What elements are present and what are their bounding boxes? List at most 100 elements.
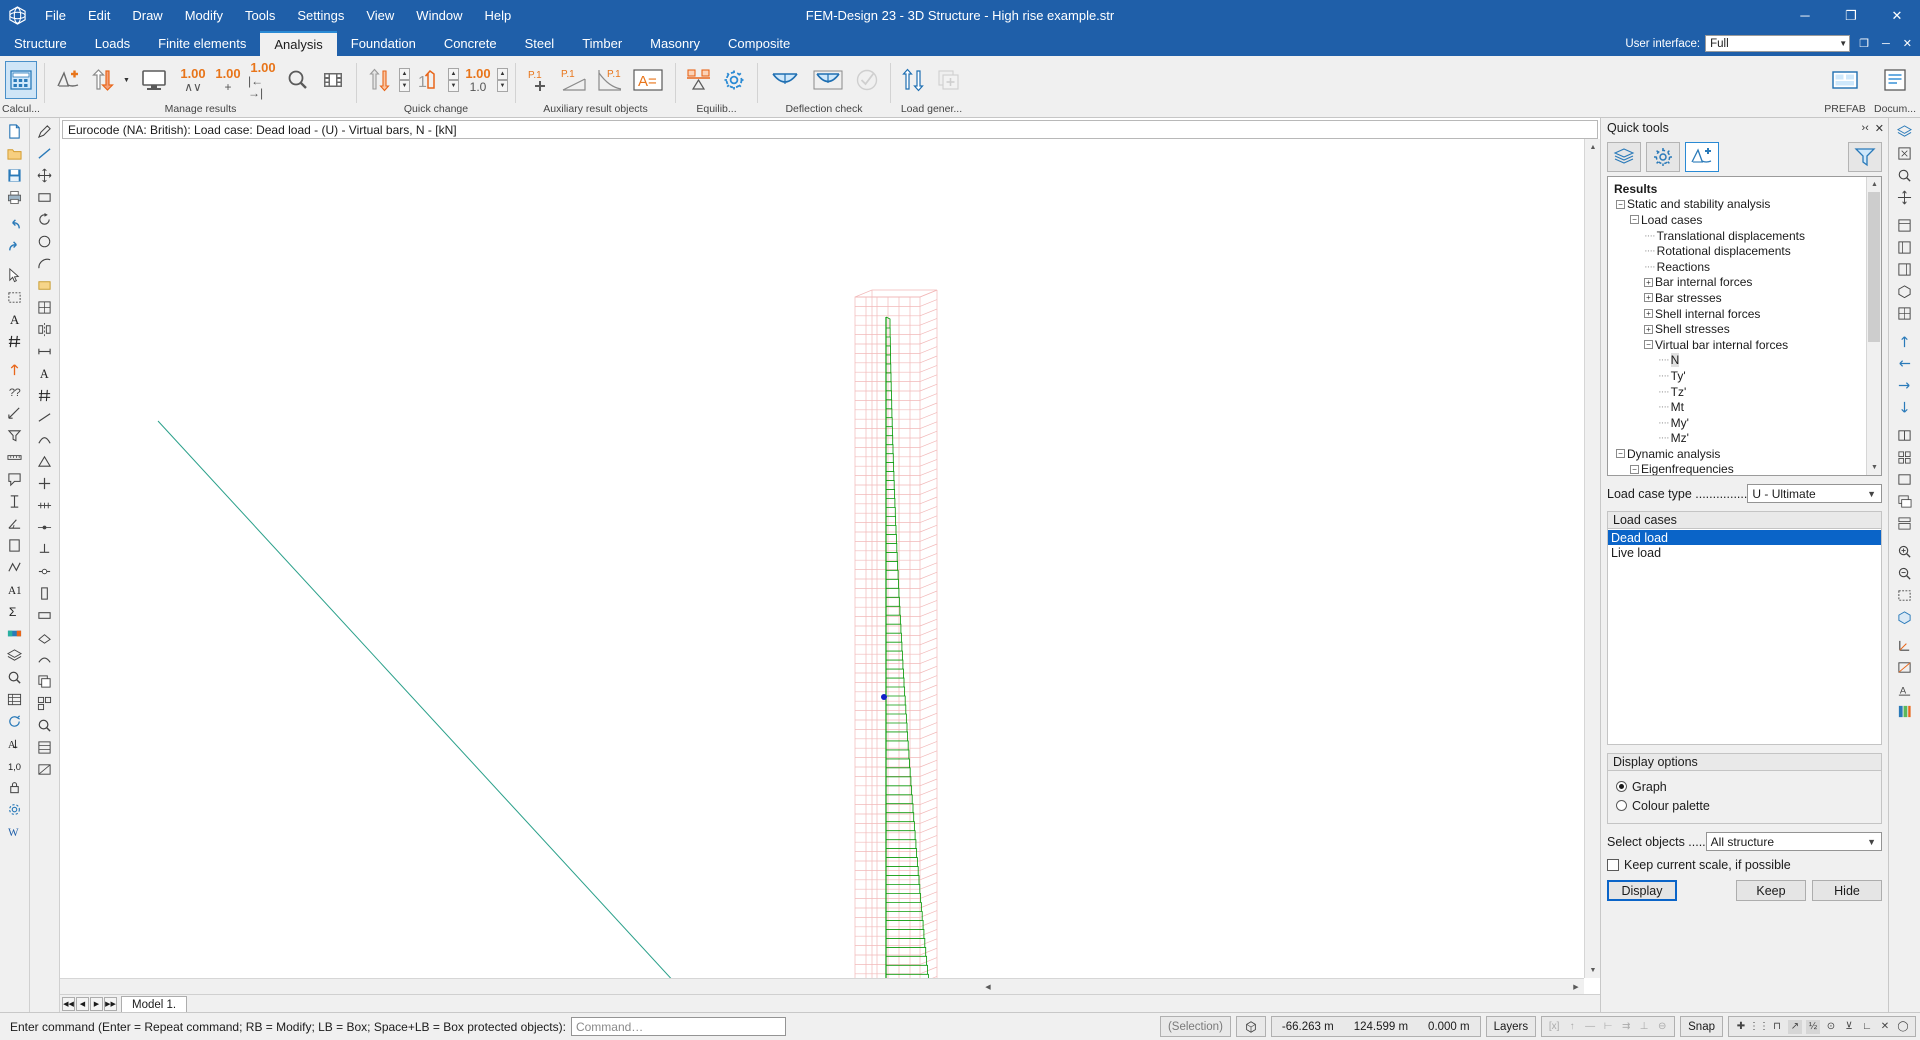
scale-ratio-spinner[interactable]: ▲ ▼ [497, 68, 508, 92]
slant-line-icon[interactable] [32, 406, 58, 428]
display-result-button[interactable] [134, 61, 174, 99]
deflection-beam-button[interactable] [765, 61, 805, 99]
numeric-icon[interactable]: 1,0 [2, 754, 28, 776]
user-interface-select[interactable]: Full ▼ [1705, 35, 1851, 52]
tree-scroll-thumb[interactable] [1868, 192, 1880, 342]
table-icon[interactable] [2, 688, 28, 710]
filter-view-icon[interactable] [2, 424, 28, 446]
ruler-icon[interactable] [2, 446, 28, 468]
lock-icon[interactable] [2, 776, 28, 798]
ortho-vertical-icon[interactable]: ↑ [1565, 1020, 1579, 1034]
view-layers-icon[interactable] [1892, 120, 1918, 142]
comment-icon[interactable] [2, 468, 28, 490]
doc-close-button[interactable]: ✕ [1899, 37, 1916, 50]
maximize-button[interactable]: ❐ [1828, 0, 1874, 31]
lock-x-icon[interactable]: [x] [1547, 1020, 1561, 1034]
spinner-up-icon[interactable]: ▲ [448, 68, 459, 80]
load-case-spinner[interactable]: ▲ ▼ [448, 68, 459, 92]
line-icon[interactable] [32, 142, 58, 164]
canvas-vertical-scrollbar[interactable]: ▲ ▼ [1584, 139, 1600, 978]
radio-graph[interactable]: Graph [1616, 777, 1875, 796]
render-mode-icon[interactable] [1892, 606, 1918, 628]
undo-icon[interactable] [2, 214, 28, 236]
tree-scroll-up-icon[interactable]: ▲ [1867, 177, 1881, 192]
zoom-window-icon[interactable] [1892, 164, 1918, 186]
menu-tools[interactable]: Tools [234, 0, 286, 31]
tab-concrete[interactable]: Concrete [430, 31, 511, 56]
menu-modify[interactable]: Modify [174, 0, 234, 31]
first-model-icon[interactable]: ◀◀ [62, 996, 75, 1011]
tree-toggle-icon[interactable]: + [1644, 277, 1653, 287]
list-view-icon[interactable] [32, 736, 58, 758]
next-model-icon[interactable]: ▶ [90, 996, 103, 1011]
deflection-local-button[interactable] [808, 61, 848, 99]
keep-button[interactable]: Keep [1736, 880, 1806, 901]
import-export-results-button[interactable] [87, 61, 119, 99]
scroll-up-icon[interactable]: ▲ [1585, 139, 1600, 155]
tree-toggle-icon[interactable]: − [1616, 449, 1625, 459]
tree-toggle-icon[interactable]: − [1644, 340, 1653, 350]
release-icon[interactable] [32, 560, 58, 582]
tree-node[interactable]: ···· Translational displacements [1612, 228, 1879, 244]
layers-icon[interactable] [2, 644, 28, 666]
uppercase-a-icon[interactable]: A [32, 362, 58, 384]
perpendicular-icon[interactable]: ⊥ [1637, 1020, 1651, 1034]
scroll-left-icon[interactable]: ◀ [980, 979, 996, 994]
font-size-icon[interactable]: A [2, 732, 28, 754]
midpoint-icon[interactable]: ⊢ [1601, 1020, 1615, 1034]
arc-icon[interactable] [32, 252, 58, 274]
snap-tangent-icon[interactable]: ◯ [1896, 1020, 1910, 1034]
tree-toggle-icon[interactable]: + [1644, 309, 1653, 319]
direction-spinner[interactable]: ▲ ▼ [399, 68, 410, 92]
tree-node[interactable]: − Static and stability analysis [1612, 197, 1879, 213]
tree-scrollbar[interactable]: ▲ ▼ [1866, 177, 1881, 475]
model-viewport[interactable]: ▲ ▼ ◀ ▶ [60, 139, 1600, 994]
radio-colour-palette[interactable]: Colour palette [1616, 796, 1875, 815]
menu-view[interactable]: View [355, 0, 405, 31]
grid-snap-icon[interactable] [32, 296, 58, 318]
snap-intersection-icon[interactable]: ✕ [1878, 1020, 1892, 1034]
equilibrium-settings-button[interactable] [718, 61, 750, 99]
angle-lock-icon[interactable]: ⊖ [1655, 1020, 1669, 1034]
hide-button[interactable]: Hide [1812, 880, 1882, 901]
tree-node[interactable]: − Load cases [1612, 212, 1879, 228]
rotate-view-right-icon[interactable] [1892, 374, 1918, 396]
axis-display-icon[interactable] [1892, 634, 1918, 656]
results-tree[interactable]: Results − Static and stability analysis − Lo… [1607, 176, 1882, 476]
close-panel-icon[interactable]: ✕ [1875, 122, 1884, 135]
spinner-up-icon[interactable]: ▲ [399, 68, 410, 80]
tree-node[interactable]: − Eigenfrequencies [1612, 462, 1879, 475]
spinner-up-icon[interactable]: ▲ [497, 68, 508, 80]
rect-region-icon[interactable] [2, 534, 28, 556]
view-cube-button[interactable] [1235, 1016, 1266, 1037]
snap-center-icon[interactable]: ⊙ [1824, 1020, 1838, 1034]
print-icon[interactable] [2, 186, 28, 208]
doc-minimize-button[interactable]: ─ [1878, 38, 1894, 50]
add-scale-button[interactable]: 1.00 + [212, 61, 244, 99]
view-grid-icon[interactable] [1892, 302, 1918, 324]
spinner-down-icon[interactable]: ▼ [399, 80, 410, 92]
rectangle-icon[interactable] [32, 186, 58, 208]
tab-foundation[interactable]: Foundation [337, 31, 430, 56]
colour-palette-icon[interactable] [2, 622, 28, 644]
tree-node[interactable]: + Bar stresses [1612, 290, 1879, 306]
calculate-button[interactable] [5, 61, 37, 99]
new-result-button[interactable] [52, 61, 84, 99]
circle-icon[interactable] [32, 230, 58, 252]
diagonal-hatch-icon[interactable] [32, 758, 58, 780]
refresh-icon[interactable] [2, 710, 28, 732]
text-tool-icon[interactable]: A [2, 308, 28, 330]
move-icon[interactable] [32, 164, 58, 186]
open-file-icon[interactable] [2, 142, 28, 164]
tab-loads[interactable]: Loads [81, 31, 144, 56]
select-cursor-icon[interactable] [2, 264, 28, 286]
result-curve-button[interactable]: P.1 [593, 61, 625, 99]
menu-settings[interactable]: Settings [286, 0, 355, 31]
menu-help[interactable]: Help [474, 0, 523, 31]
tree-node[interactable]: + Shell stresses [1612, 321, 1879, 337]
snap-endpoint-icon[interactable]: ↗ [1788, 1019, 1802, 1034]
model-tab[interactable]: Model 1. [121, 995, 188, 1012]
tree-node[interactable]: ···· Mz' [1612, 431, 1879, 447]
step-load-case-button[interactable]: 1 [413, 61, 445, 99]
scale-ratio-button[interactable]: 1.00 1.0 [462, 61, 494, 99]
